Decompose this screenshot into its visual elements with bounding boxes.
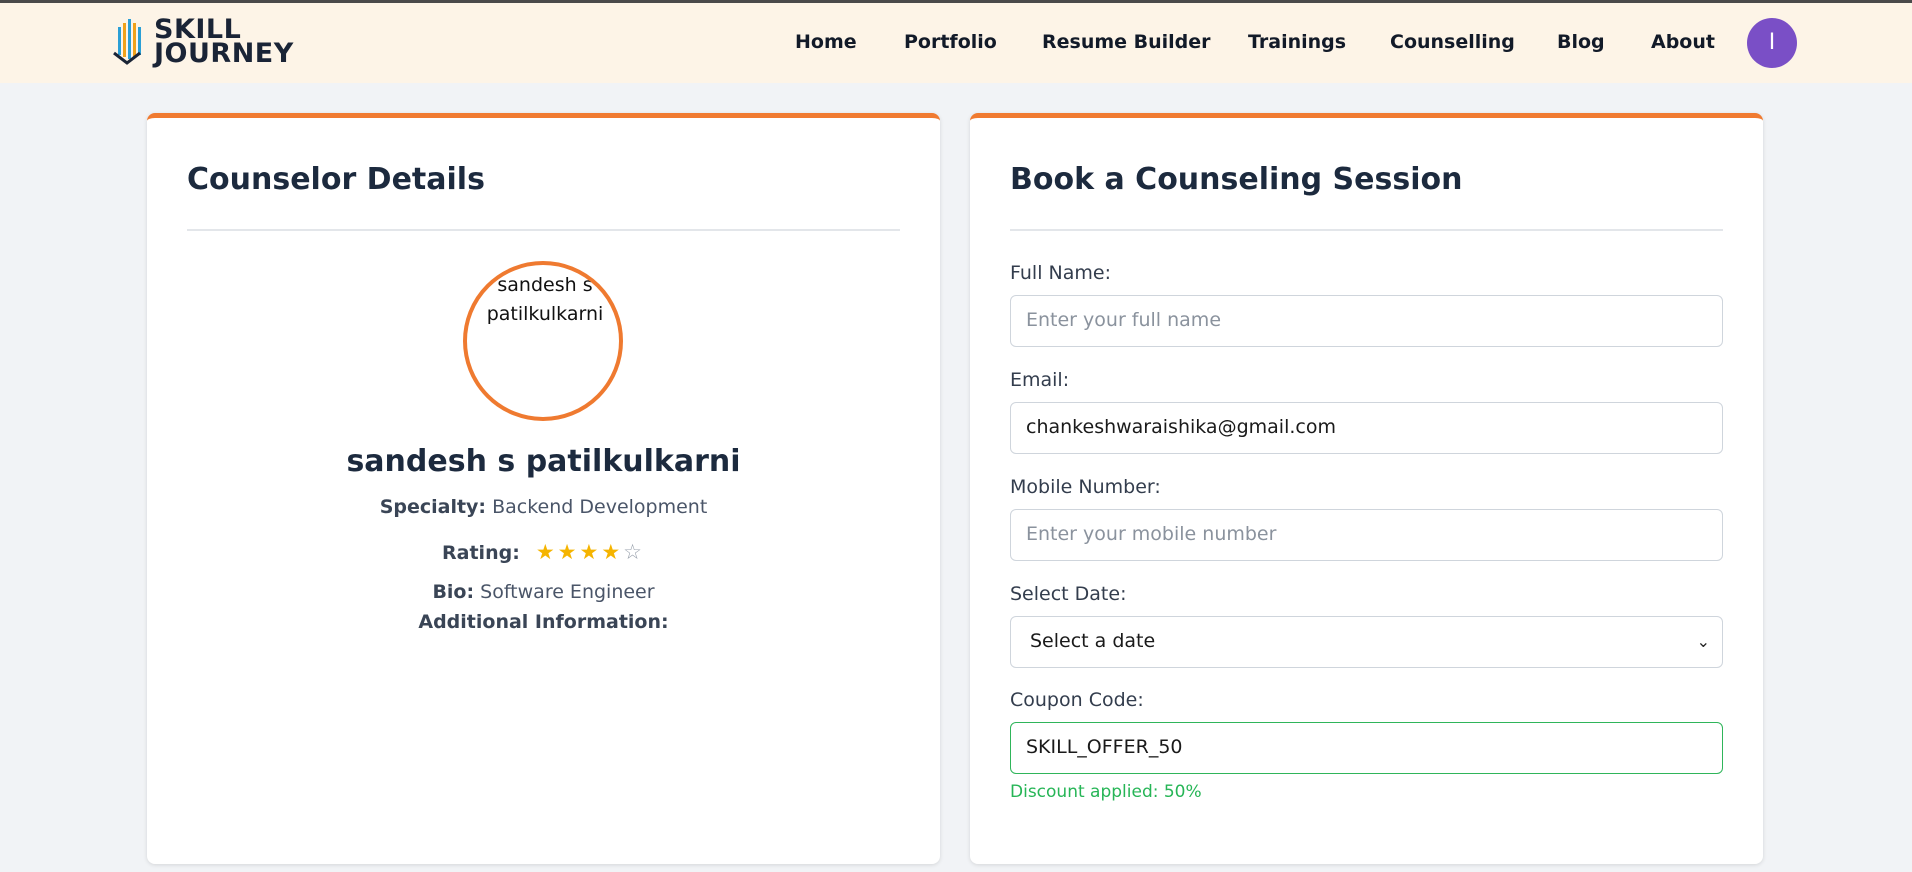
user-avatar[interactable]: I xyxy=(1747,18,1797,68)
navbar: SKILL JOURNEY Home Portfolio Resume Buil… xyxy=(0,3,1912,83)
nav-home[interactable]: Home xyxy=(795,31,857,53)
full-name-input[interactable]: Enter your full name xyxy=(1010,295,1723,347)
specialty-label: Specialty: xyxy=(379,496,487,518)
discount-message: Discount applied: 50% xyxy=(1010,782,1202,802)
rating-stars: ★★★★☆ xyxy=(536,540,645,564)
divider xyxy=(1010,229,1723,231)
star-filled-icon: ★ xyxy=(557,540,580,564)
additional-info-line: Additional Information: xyxy=(147,611,940,633)
coupon-label: Coupon Code: xyxy=(1010,689,1144,711)
nav-counselling[interactable]: Counselling xyxy=(1390,31,1515,53)
brand-line-2: JOURNEY xyxy=(154,38,294,69)
bio-label: Bio: xyxy=(432,581,475,603)
nav-resume-builder[interactable]: Resume Builder xyxy=(1042,31,1211,53)
date-label: Select Date: xyxy=(1010,583,1127,605)
brand-logo[interactable]: SKILL JOURNEY xyxy=(112,13,322,69)
specialty-line: Specialty: Backend Development xyxy=(147,496,940,518)
counselor-name: sandesh s patilkulkarni xyxy=(346,444,741,479)
logo-icon xyxy=(113,19,141,65)
counselor-details-title: Counselor Details xyxy=(187,162,485,197)
nav-about[interactable]: About xyxy=(1651,31,1715,53)
date-select-value: Select a date xyxy=(1030,630,1156,652)
bio-line: Bio: Software Engineer xyxy=(147,581,940,603)
counselor-details-card: Counselor Details sandesh s patilkulkarn… xyxy=(147,113,940,864)
booking-card: Book a Counseling Session Full Name: Ent… xyxy=(970,113,1763,864)
star-filled-icon: ★ xyxy=(601,540,624,564)
star-empty-icon: ☆ xyxy=(623,540,645,564)
star-filled-icon: ★ xyxy=(535,540,558,564)
email-label: Email: xyxy=(1010,369,1070,391)
divider xyxy=(187,229,900,231)
additional-info-label: Additional Information: xyxy=(418,611,669,633)
full-name-label: Full Name: xyxy=(1010,262,1111,284)
mobile-input[interactable]: Enter your mobile number xyxy=(1010,509,1723,561)
nav-blog[interactable]: Blog xyxy=(1557,31,1605,53)
chevron-down-icon: ⌄ xyxy=(1696,632,1710,651)
nav-portfolio[interactable]: Portfolio xyxy=(904,31,997,53)
mobile-label: Mobile Number: xyxy=(1010,476,1161,498)
rating-line: Rating: ★★★★☆ xyxy=(147,540,940,564)
date-select[interactable]: Select a date ⌄ xyxy=(1010,616,1723,668)
photo-alt-text: sandesh s patilkulkarni xyxy=(486,274,604,325)
specialty-value: Backend Development xyxy=(492,496,708,518)
email-input[interactable]: chankeshwaraishika@gmail.com xyxy=(1010,402,1723,454)
counselor-photo: sandesh s patilkulkarni xyxy=(463,261,623,421)
coupon-input[interactable]: SKILL_OFFER_50 xyxy=(1010,722,1723,774)
rating-label: Rating: xyxy=(442,542,520,564)
booking-title: Book a Counseling Session xyxy=(1010,162,1463,197)
nav-trainings[interactable]: Trainings xyxy=(1248,31,1346,53)
star-filled-icon: ★ xyxy=(579,540,602,564)
bio-value: Software Engineer xyxy=(480,581,655,603)
